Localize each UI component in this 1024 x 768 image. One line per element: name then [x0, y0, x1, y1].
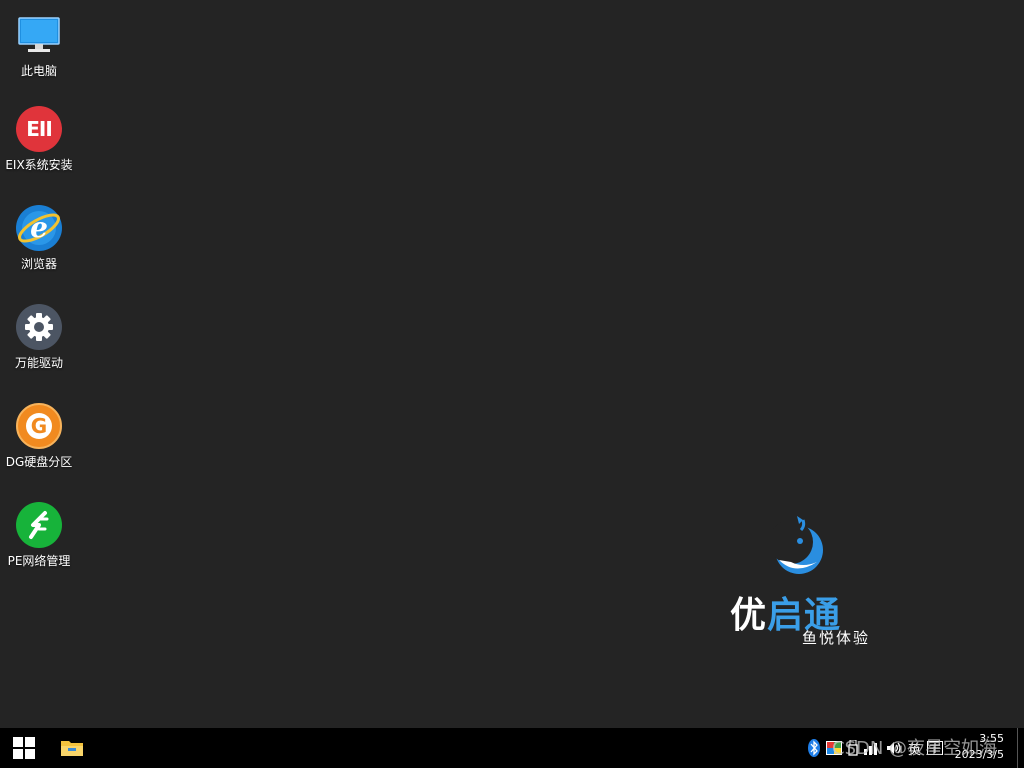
network-icon[interactable] [863, 738, 880, 758]
taskbar: 英 3:55 2023/3/5 [0, 728, 1024, 768]
brand-subtitle: 鱼悦体验 [802, 629, 871, 647]
monitor-icon [14, 10, 64, 60]
windows-logo-icon [13, 737, 35, 759]
desktop-icon-label: EIX系统安装 [5, 158, 73, 172]
folder-icon [61, 741, 83, 756]
network-manager-icon [14, 500, 64, 550]
desktop-icon-universal-driver[interactable]: 万能驱动 [0, 302, 78, 370]
display-settings-icon[interactable] [825, 738, 842, 758]
start-button[interactable] [4, 728, 44, 768]
ie-browser-icon: e [14, 203, 64, 253]
brand-logo: 优启通 鱼悦体验 [728, 510, 878, 650]
clock-time: 3:55 [979, 732, 1004, 745]
file-explorer-button[interactable] [52, 728, 92, 768]
desktop-icon-label: 此电脑 [20, 64, 57, 78]
desktop-icon-browser[interactable]: e 浏览器 [0, 203, 78, 271]
desktop-icon-eix-install[interactable]: EII EIX系统安装 [0, 104, 78, 172]
desktop-icon-label: DG硬盘分区 [5, 455, 73, 469]
clock-date: 2023/3/5 [954, 748, 1004, 761]
desktop-icon-dg-partition[interactable]: G DG硬盘分区 [0, 401, 78, 469]
volume-icon[interactable] [886, 738, 902, 758]
show-desktop-button[interactable] [1017, 728, 1024, 768]
desktop-icon-this-pc[interactable]: 此电脑 [0, 10, 78, 78]
bluetooth-icon[interactable] [807, 738, 820, 758]
desktop-icon-pe-network[interactable]: PE网络管理 [0, 500, 78, 568]
gear-icon [14, 302, 64, 352]
desktop-icon-label: PE网络管理 [7, 554, 71, 568]
desktop: 此电脑 EII EIX系统安装 e 浏览器 万能驱动 G DG硬盘分区 PE网络… [0, 0, 1024, 728]
usb-device-icon[interactable] [848, 738, 858, 758]
fish-logo-icon [773, 516, 823, 574]
eix-icon: EII [14, 104, 64, 154]
desktop-icon-label: 万能驱动 [14, 356, 63, 370]
system-tray: 英 3:55 2023/3/5 [805, 728, 1006, 768]
ime-indicator[interactable]: 英 [908, 738, 921, 758]
dg-partition-icon: G [14, 401, 64, 451]
desktop-icon-label: 浏览器 [20, 257, 57, 271]
svg-text:e: e [30, 211, 48, 244]
keyboard-layout-icon[interactable] [927, 738, 943, 758]
clock[interactable]: 3:55 2023/3/5 [946, 728, 1006, 768]
